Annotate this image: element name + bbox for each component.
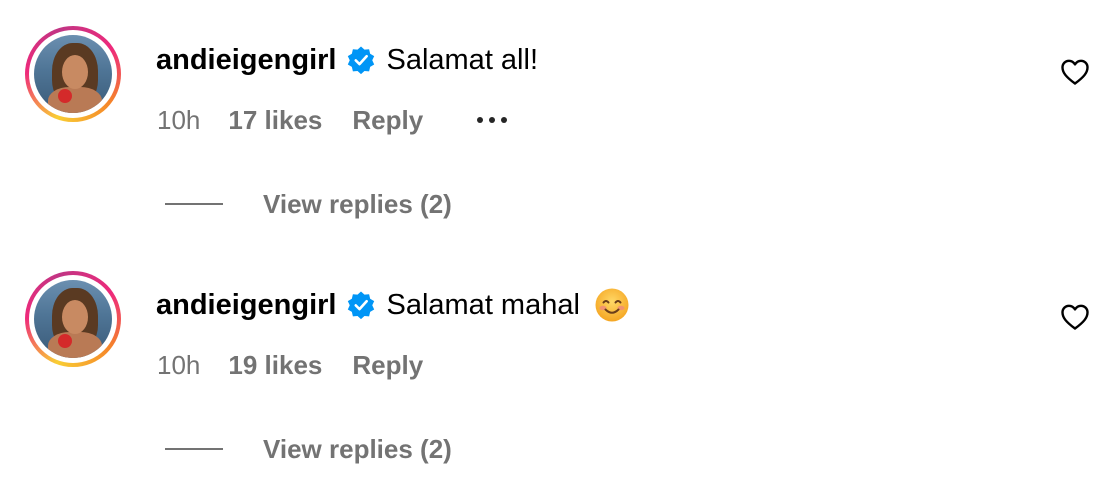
comment-item: andieigengirl Salamat mahal 10h 19 likes… bbox=[0, 245, 1120, 490]
like-heart-icon[interactable] bbox=[1060, 58, 1090, 86]
username-link[interactable]: andieigengirl bbox=[156, 44, 336, 77]
username-link[interactable]: andieigengirl bbox=[156, 289, 336, 322]
replies-divider-line bbox=[165, 448, 223, 450]
likes-count[interactable]: 17 likes bbox=[228, 105, 322, 136]
more-options-icon[interactable] bbox=[477, 117, 513, 123]
comment-item: andieigengirl Salamat all! 10h 17 likes … bbox=[0, 0, 1120, 245]
reply-button[interactable]: Reply bbox=[352, 105, 423, 136]
comment-meta: 10h 17 likes Reply bbox=[157, 102, 513, 138]
view-replies-label: View replies (2) bbox=[263, 433, 452, 464]
verified-badge-icon bbox=[348, 46, 375, 75]
avatar[interactable] bbox=[25, 271, 121, 367]
avatar-photo bbox=[34, 35, 112, 113]
view-replies-button[interactable]: View replies (2) bbox=[165, 186, 452, 222]
comment-header: andieigengirl Salamat all! bbox=[156, 40, 538, 80]
view-replies-button[interactable]: View replies (2) bbox=[165, 431, 452, 467]
reply-button[interactable]: Reply bbox=[352, 350, 423, 381]
verified-badge-icon bbox=[348, 291, 375, 320]
avatar-ring-gap bbox=[29, 30, 117, 118]
comment-time[interactable]: 10h bbox=[157, 105, 200, 136]
smiling-face-emoji-icon bbox=[595, 288, 629, 322]
comment-text: Salamat mahal bbox=[386, 288, 580, 321]
avatar-ring-gap bbox=[29, 275, 117, 363]
avatar-photo bbox=[34, 280, 112, 358]
comment-text: Salamat all! bbox=[386, 43, 538, 76]
comment-meta: 10h 19 likes Reply bbox=[157, 347, 423, 383]
avatar[interactable] bbox=[25, 26, 121, 122]
comment-time[interactable]: 10h bbox=[157, 350, 200, 381]
likes-count[interactable]: 19 likes bbox=[228, 350, 322, 381]
like-heart-icon[interactable] bbox=[1060, 303, 1090, 331]
comment-header: andieigengirl Salamat mahal bbox=[156, 285, 630, 325]
replies-divider-line bbox=[165, 203, 223, 205]
view-replies-label: View replies (2) bbox=[263, 188, 452, 219]
